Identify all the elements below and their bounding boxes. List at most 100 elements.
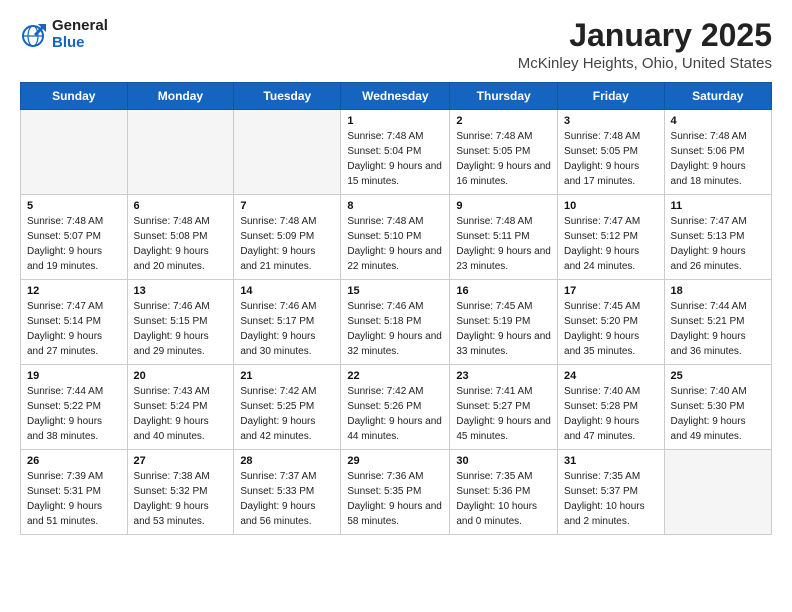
- calendar-cell: 2 Sunrise: 7:48 AMSunset: 5:05 PMDaylight…: [450, 110, 558, 195]
- day-number: 22: [347, 370, 443, 382]
- day-number: 17: [564, 285, 658, 297]
- day-info: Sunrise: 7:42 AMSunset: 5:26 PMDaylight:…: [347, 384, 443, 444]
- day-info: Sunrise: 7:38 AMSunset: 5:32 PMDaylight:…: [134, 469, 228, 529]
- logo-blue: Blue: [52, 35, 108, 52]
- day-info: Sunrise: 7:44 AMSunset: 5:21 PMDaylight:…: [671, 299, 765, 359]
- calendar-cell: 13 Sunrise: 7:46 AMSunset: 5:15 PMDayligh…: [127, 280, 234, 365]
- day-info: Sunrise: 7:46 AMSunset: 5:18 PMDaylight:…: [347, 299, 443, 359]
- day-number: 12: [27, 285, 121, 297]
- calendar-cell: 18Sunrise: 7:44 AMSunset: 5:21 PMDayligh…: [664, 280, 771, 365]
- calendar-cell: 21 Sunrise: 7:42 AMSunset: 5:25 PMDayligh…: [234, 365, 341, 450]
- calendar-cell: 22 Sunrise: 7:42 AMSunset: 5:26 PMDayligh…: [341, 365, 450, 450]
- logo-text: General Blue: [52, 18, 108, 51]
- day-info: Sunrise: 7:48 AMSunset: 5:07 PMDaylight:…: [27, 214, 121, 274]
- calendar-cell: 24Sunrise: 7:40 AMSunset: 5:28 PMDayligh…: [558, 365, 665, 450]
- weekday-header: Friday: [558, 83, 665, 110]
- day-number: 21: [240, 370, 334, 382]
- day-number: 7: [240, 200, 334, 212]
- day-number: 15: [347, 285, 443, 297]
- calendar-cell: 26Sunrise: 7:39 AMSunset: 5:31 PMDayligh…: [21, 450, 128, 535]
- day-info: Sunrise: 7:46 AMSunset: 5:17 PMDaylight:…: [240, 299, 334, 359]
- calendar-cell: 8 Sunrise: 7:48 AMSunset: 5:10 PMDaylight…: [341, 195, 450, 280]
- day-info: Sunrise: 7:40 AMSunset: 5:30 PMDaylight:…: [671, 384, 765, 444]
- calendar-cell: 11 Sunrise: 7:47 AMSunset: 5:13 PMDayligh…: [664, 195, 771, 280]
- weekday-header: Monday: [127, 83, 234, 110]
- weekday-header: Sunday: [21, 83, 128, 110]
- day-number: 20: [134, 370, 228, 382]
- day-info: Sunrise: 7:48 AMSunset: 5:08 PMDaylight:…: [134, 214, 228, 274]
- weekday-header: Tuesday: [234, 83, 341, 110]
- calendar-cell: 5 Sunrise: 7:48 AMSunset: 5:07 PMDaylight…: [21, 195, 128, 280]
- day-number: 5: [27, 200, 121, 212]
- calendar-cell: [21, 110, 128, 195]
- day-number: 13: [134, 285, 228, 297]
- day-number: 16: [456, 285, 551, 297]
- calendar-cell: 20 Sunrise: 7:43 AMSunset: 5:24 PMDayligh…: [127, 365, 234, 450]
- calendar-cell: 28 Sunrise: 7:37 AMSunset: 5:33 PMDayligh…: [234, 450, 341, 535]
- day-info: Sunrise: 7:35 AMSunset: 5:36 PMDaylight:…: [456, 469, 551, 529]
- calendar-cell: 10 Sunrise: 7:47 AMSunset: 5:12 PMDayligh…: [558, 195, 665, 280]
- calendar-cell: 17 Sunrise: 7:45 AMSunset: 5:20 PMDayligh…: [558, 280, 665, 365]
- calendar-week-row: 19Sunrise: 7:44 AMSunset: 5:22 PMDayligh…: [21, 365, 772, 450]
- day-info: Sunrise: 7:48 AMSunset: 5:05 PMDaylight:…: [456, 129, 551, 189]
- day-number: 6: [134, 200, 228, 212]
- calendar-week-row: 26Sunrise: 7:39 AMSunset: 5:31 PMDayligh…: [21, 450, 772, 535]
- day-info: Sunrise: 7:43 AMSunset: 5:24 PMDaylight:…: [134, 384, 228, 444]
- day-number: 10: [564, 200, 658, 212]
- day-info: Sunrise: 7:46 AMSunset: 5:15 PMDaylight:…: [134, 299, 228, 359]
- day-number: 25: [671, 370, 765, 382]
- calendar-cell: 30 Sunrise: 7:35 AMSunset: 5:36 PMDayligh…: [450, 450, 558, 535]
- logo-general: General: [52, 18, 108, 35]
- day-number: 23: [456, 370, 551, 382]
- day-number: 11: [671, 200, 765, 212]
- calendar-cell: 9Sunrise: 7:48 AMSunset: 5:11 PMDaylight…: [450, 195, 558, 280]
- calendar-week-row: 1 Sunrise: 7:48 AMSunset: 5:04 PMDaylight…: [21, 110, 772, 195]
- calendar-cell: 16Sunrise: 7:45 AMSunset: 5:19 PMDayligh…: [450, 280, 558, 365]
- day-info: Sunrise: 7:48 AMSunset: 5:10 PMDaylight:…: [347, 214, 443, 274]
- day-info: Sunrise: 7:48 AMSunset: 5:04 PMDaylight:…: [347, 129, 443, 189]
- day-number: 31: [564, 455, 658, 467]
- day-info: Sunrise: 7:48 AMSunset: 5:05 PMDaylight:…: [564, 129, 658, 189]
- calendar-cell: 27Sunrise: 7:38 AMSunset: 5:32 PMDayligh…: [127, 450, 234, 535]
- day-info: Sunrise: 7:47 AMSunset: 5:12 PMDaylight:…: [564, 214, 658, 274]
- day-info: Sunrise: 7:45 AMSunset: 5:20 PMDaylight:…: [564, 299, 658, 359]
- day-number: 30: [456, 455, 551, 467]
- day-number: 8: [347, 200, 443, 212]
- calendar-header-row: SundayMondayTuesdayWednesdayThursdayFrid…: [21, 83, 772, 110]
- calendar-cell: 7Sunrise: 7:48 AMSunset: 5:09 PMDaylight…: [234, 195, 341, 280]
- weekday-header: Saturday: [664, 83, 771, 110]
- day-info: Sunrise: 7:47 AMSunset: 5:14 PMDaylight:…: [27, 299, 121, 359]
- day-number: 29: [347, 455, 443, 467]
- day-info: Sunrise: 7:48 AMSunset: 5:06 PMDaylight:…: [671, 129, 765, 189]
- calendar-cell: 25 Sunrise: 7:40 AMSunset: 5:30 PMDayligh…: [664, 365, 771, 450]
- calendar-cell: 14 Sunrise: 7:46 AMSunset: 5:17 PMDayligh…: [234, 280, 341, 365]
- calendar-cell: 12 Sunrise: 7:47 AMSunset: 5:14 PMDayligh…: [21, 280, 128, 365]
- calendar-week-row: 12 Sunrise: 7:47 AMSunset: 5:14 PMDayligh…: [21, 280, 772, 365]
- calendar-cell: 6 Sunrise: 7:48 AMSunset: 5:08 PMDaylight…: [127, 195, 234, 280]
- calendar-cell: 15 Sunrise: 7:46 AMSunset: 5:18 PMDayligh…: [341, 280, 450, 365]
- weekday-header: Thursday: [450, 83, 558, 110]
- calendar-cell: [664, 450, 771, 535]
- day-number: 4: [671, 115, 765, 127]
- day-number: 14: [240, 285, 334, 297]
- location-title: McKinley Heights, Ohio, United States: [518, 55, 772, 72]
- calendar-cell: [127, 110, 234, 195]
- day-number: 2: [456, 115, 551, 127]
- calendar-cell: [234, 110, 341, 195]
- calendar-week-row: 5 Sunrise: 7:48 AMSunset: 5:07 PMDaylight…: [21, 195, 772, 280]
- calendar-table: SundayMondayTuesdayWednesdayThursdayFrid…: [20, 82, 772, 535]
- day-info: Sunrise: 7:47 AMSunset: 5:13 PMDaylight:…: [671, 214, 765, 274]
- day-number: 26: [27, 455, 121, 467]
- page-header: General Blue January 2025 McKinley Heigh…: [20, 18, 772, 72]
- weekday-header: Wednesday: [341, 83, 450, 110]
- calendar-cell: 1 Sunrise: 7:48 AMSunset: 5:04 PMDaylight…: [341, 110, 450, 195]
- day-info: Sunrise: 7:42 AMSunset: 5:25 PMDaylight:…: [240, 384, 334, 444]
- day-info: Sunrise: 7:35 AMSunset: 5:37 PMDaylight:…: [564, 469, 658, 529]
- month-title: January 2025: [518, 18, 772, 53]
- day-info: Sunrise: 7:40 AMSunset: 5:28 PMDaylight:…: [564, 384, 658, 444]
- calendar-cell: 31 Sunrise: 7:35 AMSunset: 5:37 PMDayligh…: [558, 450, 665, 535]
- day-info: Sunrise: 7:37 AMSunset: 5:33 PMDaylight:…: [240, 469, 334, 529]
- day-number: 28: [240, 455, 334, 467]
- day-number: 1: [347, 115, 443, 127]
- logo: General Blue: [20, 18, 108, 51]
